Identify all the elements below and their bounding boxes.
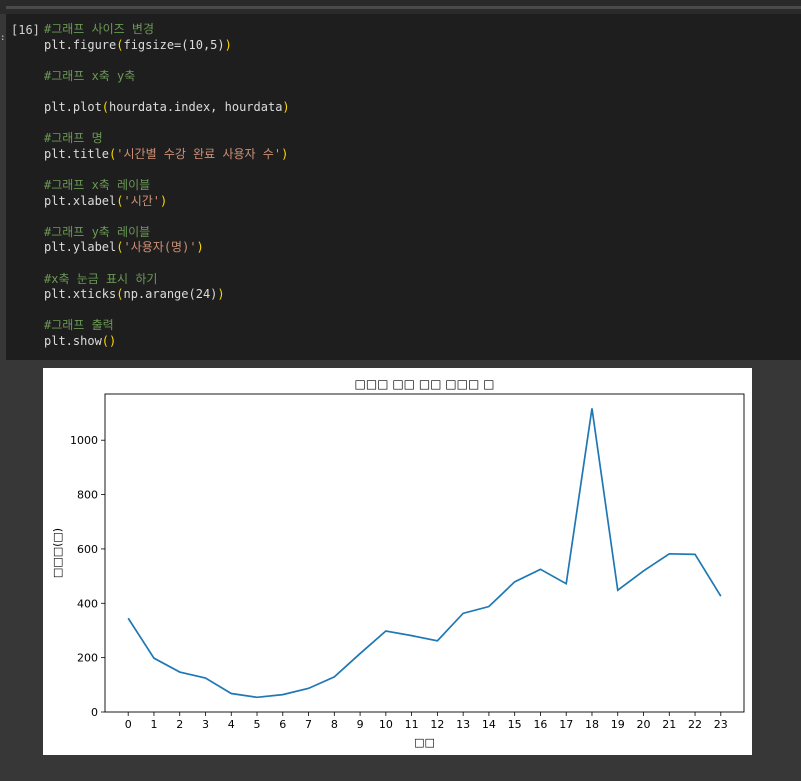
- code-token: ): [217, 287, 225, 302]
- x-tick-label: 2: [176, 718, 183, 731]
- code-token: hourdata.index, hourdata: [109, 99, 283, 114]
- x-tick-label: 6: [279, 718, 286, 731]
- cell-output: □□□ □□ □□ □□□ □ □□ □□□(□) 0 1 2 3 4 5 6 7 8 9 10 11…: [43, 368, 752, 755]
- x-tick-label: 20: [637, 718, 651, 731]
- plot-frame: [104, 393, 745, 713]
- x-tick-label: 15: [508, 718, 522, 731]
- code-token: (): [101, 333, 117, 348]
- x-tick-label: 8: [331, 718, 338, 731]
- code-token: #그래프 출력: [44, 318, 114, 333]
- x-tick-label: 12: [430, 718, 444, 731]
- y-tick-label: 1000: [70, 434, 98, 447]
- line-chart: □□□ □□ □□ □□□ □ □□ □□□(□) 0 1 2 3 4 5 6 7 8 9 10 11…: [51, 377, 745, 749]
- x-tick-label: 16: [533, 718, 547, 731]
- x-tick-label: 1: [150, 718, 157, 731]
- y-tick-label: 400: [77, 597, 98, 610]
- code-token: #그래프 명: [44, 131, 103, 146]
- code-line: #그래프 x축 레이블: [44, 178, 290, 194]
- code-token: ): [160, 193, 168, 208]
- code-line: plt.ylabel('사용자(명)'): [44, 240, 290, 256]
- x-tick-label: 11: [405, 718, 419, 731]
- chart-title: □□□ □□ □□ □□□ □: [355, 377, 495, 391]
- code-token: '사용자(명)': [123, 240, 197, 255]
- code-line: #그래프 명: [44, 131, 290, 147]
- top-divider: [6, 6, 801, 9]
- x-tick-label: 10: [379, 718, 393, 731]
- cell-collapse-marker[interactable]: :: [0, 34, 5, 43]
- series-line: [127, 408, 722, 699]
- x-tick-label: 7: [305, 718, 312, 731]
- code-token: plt.plot: [44, 99, 102, 114]
- x-tick-label: 18: [585, 718, 599, 731]
- x-tick-label: 19: [611, 718, 625, 731]
- code-token: ): [282, 99, 290, 114]
- code-line: plt.xlabel('시간'): [44, 194, 290, 210]
- x-tick-label: 17: [559, 718, 573, 731]
- code-token: #x축 눈금 표시 하기: [44, 271, 158, 286]
- code-line: plt.figure(figsize=(10,5)): [44, 38, 290, 54]
- code-token: #그래프 x축 레이블: [44, 177, 151, 192]
- code-token: ): [281, 146, 289, 161]
- code-token: plt.figure: [44, 37, 117, 52]
- x-tick-label: 5: [254, 718, 261, 731]
- x-tick-label: 9: [357, 718, 364, 731]
- code-token: figsize=(10,5): [123, 37, 225, 52]
- code-line: #그래프 y축 레이블: [44, 225, 290, 241]
- y-tick-label: 200: [77, 652, 98, 665]
- code-line: plt.show(): [44, 334, 290, 350]
- y-tick-label: 0: [91, 706, 98, 719]
- code-token: np.arange(24): [123, 287, 218, 302]
- code-token: plt.title: [44, 146, 110, 161]
- x-tick-label: 22: [688, 718, 702, 731]
- code-token: plt.xlabel: [44, 193, 117, 208]
- x-tick-label: 14: [482, 718, 496, 731]
- execution-count: [16]: [11, 23, 40, 37]
- x-tick-label: 3: [202, 718, 209, 731]
- code-token: #그래프 y축 레이블: [44, 224, 151, 239]
- code-token: plt.ylabel: [44, 240, 117, 255]
- code-line: #x축 눈금 표시 하기: [44, 272, 290, 288]
- y-tick-label: 800: [77, 489, 98, 502]
- code-token: (: [101, 99, 110, 114]
- code-token: #그래프 x축 y축: [44, 68, 136, 83]
- x-tick-label: 21: [662, 718, 676, 731]
- notebook-top-bar: [0, 0, 801, 14]
- x-tick-label: 0: [125, 718, 132, 731]
- x-tick-label: 4: [228, 718, 235, 731]
- code-token: plt.show: [44, 333, 102, 348]
- code-token: ): [224, 37, 232, 52]
- code-editor[interactable]: #그래프 사이즈 변경 plt.figure(figsize=(10,5)) #그래…: [44, 22, 290, 349]
- x-tick-label: 23: [714, 718, 728, 731]
- code-cell[interactable]: [16] #그래프 사이즈 변경 plt.figure(figsize=(10,5…: [6, 14, 801, 360]
- code-line: plt.title('시간별 수강 완료 사용자 수'): [44, 147, 290, 163]
- y-axis-label: □□□(□): [51, 528, 64, 578]
- code-token: '시간': [123, 193, 161, 208]
- code-line: #그래프 사이즈 변경: [44, 22, 290, 38]
- code-line: #그래프 x축 y축: [44, 69, 290, 85]
- code-line: plt.plot(hourdata.index, hourdata): [44, 100, 290, 116]
- x-axis-label: □□: [414, 736, 435, 749]
- y-tick-label: 600: [77, 543, 98, 556]
- x-tick-label: 13: [456, 718, 470, 731]
- code-token: plt.xticks: [44, 287, 117, 302]
- code-line: #그래프 출력: [44, 318, 290, 334]
- code-token: '시간별 수강 완료 사용자 수': [116, 146, 282, 161]
- code-token: #그래프 사이즈 변경: [44, 22, 154, 36]
- code-line: plt.xticks(np.arange(24)): [44, 287, 290, 303]
- code-token: ): [196, 240, 204, 255]
